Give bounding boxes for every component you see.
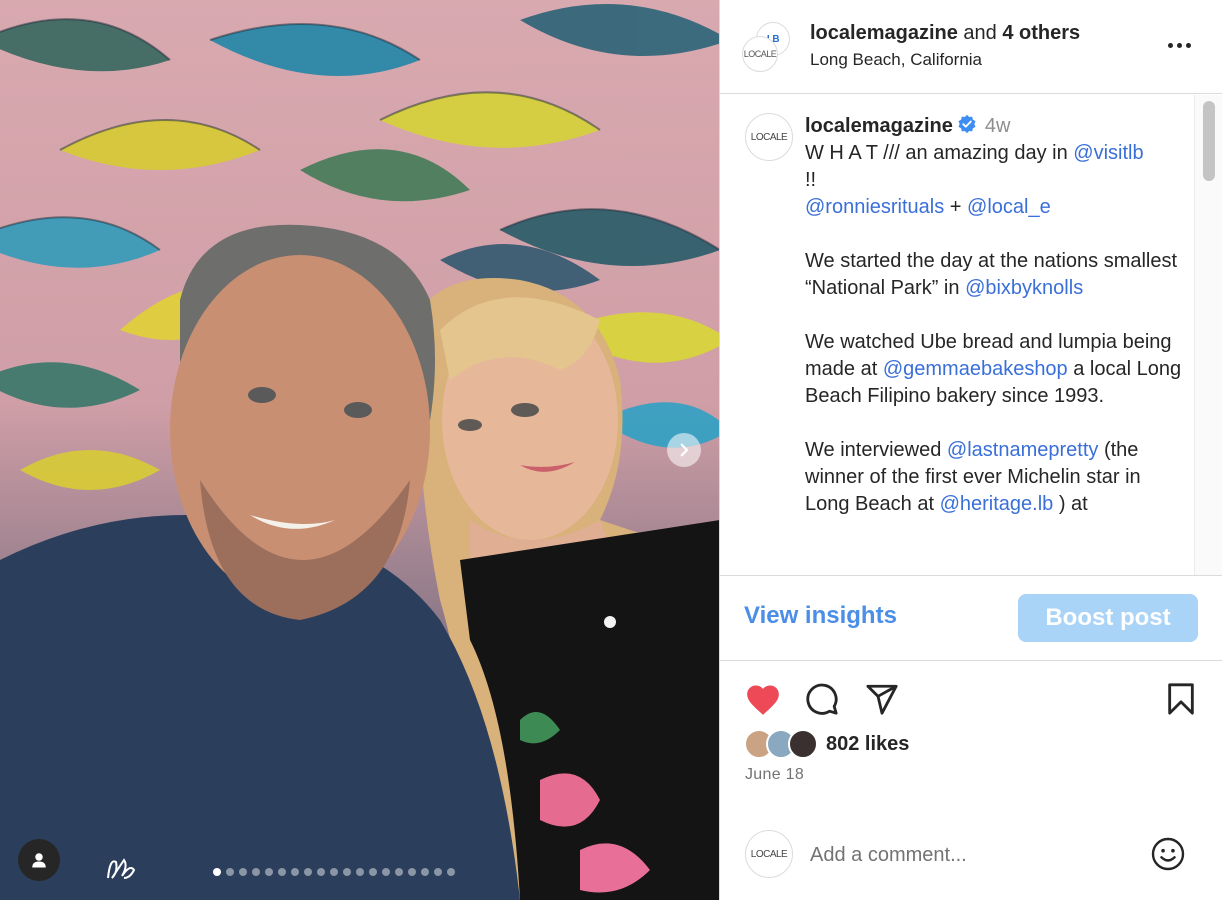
mention-link[interactable]: @visitlb <box>1073 142 1143 164</box>
post-media[interactable] <box>0 0 719 900</box>
carousel-dot <box>226 868 234 876</box>
post-date[interactable]: June 18 <box>745 766 804 784</box>
tagged-people-button[interactable] <box>18 839 60 881</box>
header-username-link[interactable]: localemagazine <box>810 22 958 44</box>
avatar-text: LOCALE <box>750 131 788 143</box>
caption-paragraph: We watched Ube bread and lumpia being ma… <box>805 329 1185 410</box>
post-header: LB LOCALE localemagazine and 4 others Lo… <box>720 0 1222 94</box>
view-insights-link[interactable]: View insights <box>744 602 897 630</box>
avatar-text: LOCALE <box>743 49 777 59</box>
carousel-dot <box>395 868 403 876</box>
caption-segment: ) at <box>1053 493 1088 515</box>
current-user-avatar: LOCALE <box>745 830 793 878</box>
header-usernames: localemagazine and 4 others <box>810 22 1080 45</box>
boost-post-button[interactable]: Boost post <box>1018 594 1198 642</box>
carousel-dot <box>343 868 351 876</box>
scrollbar-thumb[interactable] <box>1203 101 1215 181</box>
collab-avatars[interactable]: LB LOCALE <box>742 22 794 74</box>
caption-avatar[interactable]: LOCALE <box>745 113 793 161</box>
more-options-button[interactable] <box>1164 33 1194 57</box>
carousel-dot <box>239 868 247 876</box>
carousel-dot <box>356 868 364 876</box>
post-detail-panel: LB LOCALE localemagazine and 4 others Lo… <box>719 0 1222 900</box>
more-horizontal-icon <box>1167 42 1173 48</box>
next-slide-button[interactable] <box>667 433 701 467</box>
post-age[interactable]: 4w <box>985 115 1011 137</box>
carousel-dot <box>265 868 273 876</box>
comment-input[interactable] <box>810 839 1140 871</box>
caption-line: W H A T /// an amazing day in @visitlb <box>805 140 1185 167</box>
liker-avatar[interactable] <box>788 729 818 759</box>
carousel-dot <box>291 868 299 876</box>
emoji-smiley-icon[interactable] <box>1150 836 1186 872</box>
caption-scrollbar[interactable] <box>1194 95 1222 575</box>
caption-line: !! <box>805 169 817 191</box>
carousel-dot <box>434 868 442 876</box>
caption-paragraph: We started the day at the nations smalle… <box>805 248 1185 302</box>
share-icon[interactable] <box>865 682 899 716</box>
heart-filled-icon[interactable] <box>744 681 782 717</box>
carousel-dot <box>252 868 260 876</box>
verified-badge-icon <box>958 114 976 134</box>
insights-bar: View insights Boost post <box>720 575 1222 661</box>
caption-scroll-area[interactable]: LOCALE localemagazine 4w W H A T /// an a… <box>720 95 1222 575</box>
caption-segment: W H A T /// an amazing day in <box>805 142 1074 164</box>
chevron-right-icon <box>680 443 689 457</box>
more-horizontal-icon <box>1185 42 1191 48</box>
mention-link[interactable]: @ronniesrituals <box>805 196 944 218</box>
carousel-dot <box>304 868 312 876</box>
bookmark-icon[interactable] <box>1166 682 1196 716</box>
caption-segment: + <box>944 196 968 218</box>
caption-header-line: localemagazine 4w <box>805 113 1185 140</box>
caption-username-link[interactable]: localemagazine <box>805 115 953 137</box>
carousel-dot <box>330 868 338 876</box>
post-photo <box>0 4 719 900</box>
collab-watermark-icon <box>107 858 136 879</box>
person-tag-icon <box>32 853 46 868</box>
mention-link[interactable]: @lastnamepretty <box>947 439 1098 461</box>
caption-paragraph: We interviewed @lastnamepretty (the winn… <box>805 437 1185 518</box>
more-horizontal-icon <box>1176 42 1182 48</box>
carousel-dot <box>421 868 429 876</box>
carousel-dot <box>382 868 390 876</box>
post-actions: 802 likes June 18 <box>720 661 1222 811</box>
carousel-dot <box>317 868 325 876</box>
mention-link[interactable]: @bixbyknolls <box>965 277 1083 299</box>
header-collab-count-link[interactable]: 4 others <box>1002 22 1080 44</box>
caption-line: @ronniesrituals + @local_e <box>805 194 1185 221</box>
mention-link[interactable]: @local_e <box>967 196 1051 218</box>
collab-avatar-primary[interactable]: LOCALE <box>742 36 778 72</box>
mention-link[interactable]: @gemmaebakeshop <box>883 358 1068 380</box>
avatar-text: LOCALE <box>750 848 788 860</box>
caption-text: localemagazine 4w W H A T /// an amazing … <box>805 113 1185 518</box>
location-link[interactable]: Long Beach, California <box>810 50 982 70</box>
carousel-dot <box>408 868 416 876</box>
likes-count[interactable]: 802 likes <box>826 733 909 756</box>
carousel-dot <box>213 868 221 876</box>
mention-link[interactable]: @heritage.lb <box>940 493 1054 515</box>
carousel-dot <box>369 868 377 876</box>
caption-segment: We interviewed <box>805 439 947 461</box>
carousel-dot <box>278 868 286 876</box>
carousel-indicator <box>213 868 455 876</box>
carousel-dot <box>447 868 455 876</box>
comment-icon[interactable] <box>805 682 839 716</box>
comment-bar: LOCALE <box>720 811 1222 900</box>
header-collab-suffix: and <box>957 22 1003 44</box>
liker-avatars[interactable] <box>744 729 820 761</box>
